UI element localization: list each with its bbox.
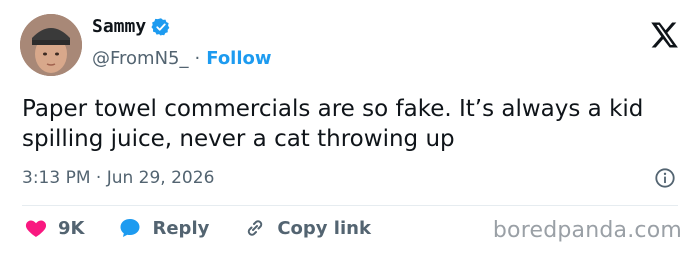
info-icon[interactable]: [654, 167, 676, 189]
tweet-card: Sammy @FromN5_ · Follow Paper towel comm…: [0, 0, 700, 256]
divider: [22, 205, 678, 206]
x-logo-icon[interactable]: [650, 20, 680, 50]
speech-bubble-icon: [118, 216, 142, 240]
heart-icon: [24, 216, 48, 240]
avatar-image: [20, 14, 82, 76]
copy-link-label: Copy link: [277, 217, 371, 239]
avatar[interactable]: [20, 14, 82, 76]
copy-link-button[interactable]: Copy link: [243, 216, 371, 240]
display-name[interactable]: Sammy: [92, 16, 146, 37]
name-row: Sammy: [92, 16, 171, 37]
link-icon: [243, 216, 267, 240]
watermark: boredpanda.com: [492, 218, 682, 243]
verified-badge-icon: [151, 17, 171, 37]
like-count: 9K: [58, 217, 85, 239]
like-button[interactable]: 9K: [24, 216, 84, 240]
user-handle[interactable]: @FromN5_: [92, 48, 189, 69]
tweet-timestamp[interactable]: 3:13 PM · Jun 29, 2026: [22, 168, 214, 188]
reply-label: Reply: [152, 217, 210, 239]
separator-dot: ·: [194, 48, 201, 69]
handle-row: @FromN5_ · Follow: [92, 48, 272, 69]
tweet-text: Paper towel commercials are so fake. It’…: [22, 96, 644, 152]
reply-button[interactable]: Reply: [118, 216, 209, 240]
action-bar: 9K Reply Copy link: [24, 216, 405, 240]
follow-button[interactable]: Follow: [206, 48, 271, 69]
